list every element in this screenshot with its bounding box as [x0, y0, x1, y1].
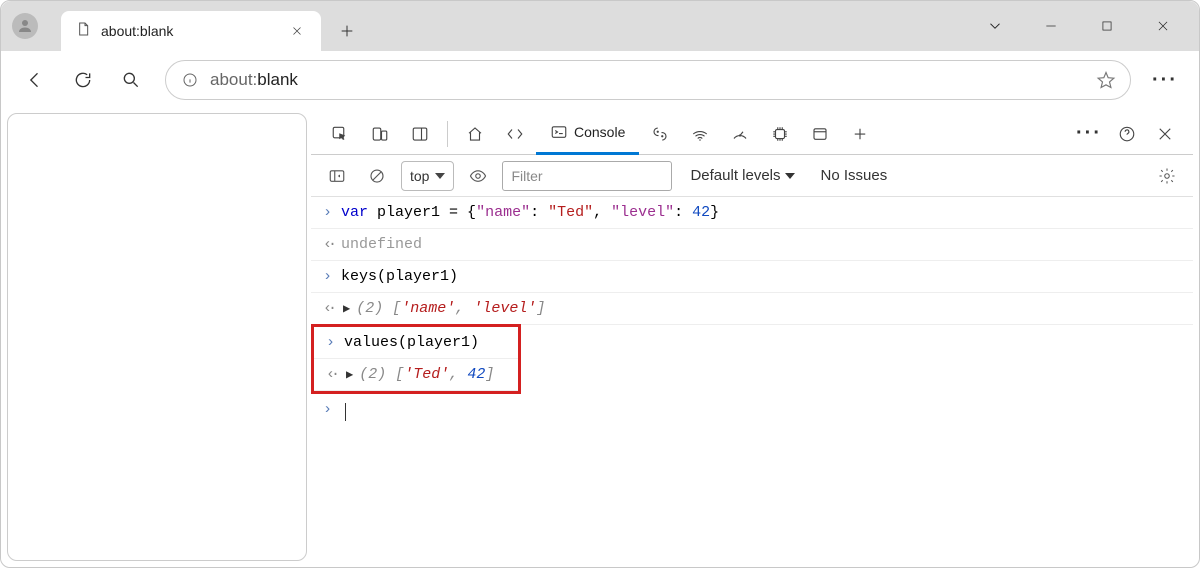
toggle-sidebar-button[interactable]: [321, 160, 353, 192]
console-settings-button[interactable]: [1151, 160, 1183, 192]
page-viewport: [7, 113, 307, 561]
console-output[interactable]: ›var player1 = {"name": "Ted", "level": …: [311, 197, 1193, 561]
filter-input[interactable]: Filter: [502, 161, 672, 191]
menu-button[interactable]: ···: [1143, 58, 1187, 102]
row-content: var player1 = {"name": "Ted", "level": 4…: [341, 204, 1181, 221]
refresh-button[interactable]: [61, 58, 105, 102]
dots-icon: ···: [1152, 69, 1178, 92]
elements-tab[interactable]: [496, 117, 534, 151]
window-controls: [967, 1, 1199, 51]
back-button[interactable]: [13, 58, 57, 102]
profile-button[interactable]: [1, 1, 49, 51]
more-tabs-button[interactable]: [841, 117, 879, 151]
issues-label[interactable]: No Issues: [821, 167, 888, 184]
console-input-row[interactable]: ›values(player1): [314, 327, 518, 359]
levels-label: Default levels: [690, 167, 780, 184]
address-bar[interactable]: about:blank: [165, 60, 1131, 100]
tabs-dropdown-button[interactable]: [967, 1, 1023, 51]
console-input-row[interactable]: ›keys(player1): [311, 261, 1193, 293]
search-button[interactable]: [109, 58, 153, 102]
application-tab[interactable]: [801, 117, 839, 151]
console-toolbar: top Filter Default levels No Issues: [311, 155, 1193, 197]
close-window-button[interactable]: [1135, 1, 1191, 51]
device-toggle-button[interactable]: [361, 117, 399, 151]
chevron-down-icon: [435, 171, 445, 181]
context-label: top: [410, 168, 429, 184]
console-result-row[interactable]: ‹·▶(2) ['name', 'level']: [311, 293, 1193, 325]
maximize-button[interactable]: [1079, 1, 1135, 51]
sources-tab[interactable]: [641, 117, 679, 151]
favorite-button[interactable]: [1092, 70, 1120, 90]
devtools-menu-button[interactable]: ···: [1071, 117, 1107, 151]
new-tab-button[interactable]: [327, 11, 367, 51]
devtools-panel: Console: [311, 113, 1193, 561]
console-result-row[interactable]: ‹·▶(2) ['Ted', 42]: [314, 359, 518, 391]
chevron-down-icon: [785, 171, 795, 181]
browser-tab[interactable]: about:blank: [61, 11, 321, 51]
row-content: ▶(2) ['Ted', 42]: [344, 366, 506, 383]
inspect-button[interactable]: [321, 117, 359, 151]
console-input-row[interactable]: ›var player1 = {"name": "Ted", "level": …: [311, 197, 1193, 229]
row-content: keys(player1): [341, 268, 1181, 285]
devtools-close-button[interactable]: [1147, 117, 1183, 151]
tab-close-button[interactable]: [285, 19, 309, 43]
memory-tab[interactable]: [761, 117, 799, 151]
context-selector[interactable]: top: [401, 161, 454, 191]
clear-console-button[interactable]: [361, 160, 393, 192]
devtools-tabs: Console: [311, 113, 1193, 155]
avatar-icon: [12, 13, 38, 39]
console-result-row[interactable]: ‹·undefined: [311, 229, 1193, 261]
performance-tab[interactable]: [721, 117, 759, 151]
content-area: Console: [1, 109, 1199, 567]
devtools-help-button[interactable]: [1109, 117, 1145, 151]
console-prompt[interactable]: ›: [311, 393, 1193, 425]
input-marker-icon: ›: [323, 268, 341, 285]
log-levels-selector[interactable]: Default levels: [690, 167, 794, 184]
output-marker-icon: ‹·: [326, 366, 344, 383]
text-cursor: [345, 403, 346, 421]
output-marker-icon: ‹·: [323, 300, 341, 317]
highlight-annotation: ›values(player1)‹·▶(2) ['Ted', 42]: [311, 324, 521, 394]
row-content: undefined: [341, 236, 1181, 253]
row-content: values(player1): [344, 334, 506, 351]
titlebar: about:blank: [1, 1, 1199, 51]
console-tab[interactable]: Console: [536, 113, 639, 155]
tab-title: about:blank: [101, 23, 275, 39]
dots-icon: ···: [1076, 122, 1102, 145]
browser-window: about:blank: [0, 0, 1200, 568]
page-icon: [75, 21, 91, 42]
input-marker-icon: ›: [323, 401, 341, 418]
welcome-tab[interactable]: [456, 117, 494, 151]
dock-side-button[interactable]: [401, 117, 439, 151]
output-marker-icon: ‹·: [323, 236, 341, 253]
input-marker-icon: ›: [323, 204, 341, 221]
filter-placeholder: Filter: [511, 168, 542, 184]
nav-toolbar: about:blank ···: [1, 51, 1199, 109]
live-expression-button[interactable]: [462, 160, 494, 192]
row-content: ▶(2) ['name', 'level']: [341, 300, 1181, 317]
site-info-icon[interactable]: [176, 72, 204, 88]
minimize-button[interactable]: [1023, 1, 1079, 51]
input-marker-icon: ›: [326, 334, 344, 351]
console-tab-label: Console: [574, 124, 625, 140]
network-tab[interactable]: [681, 117, 719, 151]
address-text: about:blank: [210, 70, 298, 90]
